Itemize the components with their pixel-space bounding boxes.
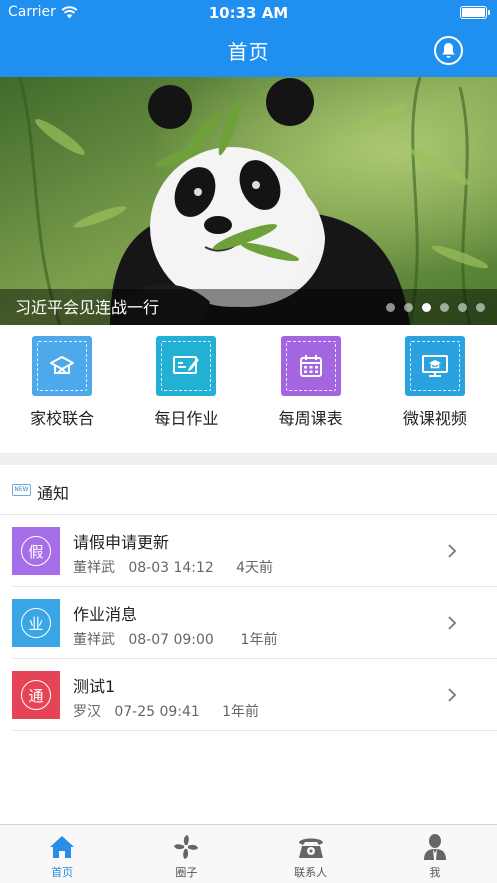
tab-label: 首页	[51, 866, 74, 879]
monitor-cap-icon	[404, 336, 465, 396]
banner-page-indicator[interactable]	[386, 303, 485, 312]
chevron-right-icon	[448, 616, 457, 630]
carousel-dot[interactable]	[440, 303, 449, 312]
phone-icon	[297, 833, 325, 861]
notice-item-meta: 罗汉 07-25 09:41 1年前	[73, 701, 259, 721]
quick-menu: 家校联合 每日作业 每周课表 微课视频	[0, 325, 497, 453]
top-bar: Carrier 10:33 AM 首页	[0, 0, 497, 77]
banner-caption: 习近平会见连战一行	[15, 298, 160, 317]
calendar-icon	[280, 336, 341, 396]
tab-contacts[interactable]: 联系人	[249, 825, 373, 883]
tab-circle[interactable]: 圈子	[124, 825, 248, 883]
menu-label: 每日作业	[154, 409, 219, 428]
battery-icon	[460, 6, 490, 19]
status-time: 10:33 AM	[208, 4, 289, 22]
person-icon	[421, 833, 449, 861]
tab-label: 我	[429, 866, 441, 879]
status-bar: Carrier 10:33 AM	[0, 0, 497, 26]
pinwheel-icon	[172, 833, 200, 861]
chevron-right-icon	[448, 544, 457, 558]
section-divider	[0, 453, 497, 465]
list-item[interactable]: 业 作业消息 董祥武 08-07 09:00 1年前	[12, 587, 497, 659]
notice-ago: 1年前	[222, 704, 260, 720]
graduation-cap-icon	[32, 336, 93, 396]
carousel-dot[interactable]	[422, 303, 431, 312]
notice-author: 罗汉	[73, 704, 101, 720]
avatar-char: 假	[21, 536, 51, 566]
menu-item-home-school[interactable]: 家校联合	[0, 325, 124, 453]
edit-board-icon	[156, 336, 217, 396]
banner-carousel[interactable]: 习近平会见连战一行	[0, 77, 497, 325]
new-badge-icon: NEW	[12, 484, 31, 496]
menu-label: 微课视频	[402, 409, 467, 428]
notice-title: 通知	[37, 484, 70, 503]
notice-ago: 1年前	[240, 632, 278, 648]
notice-item-title: 测试1	[73, 677, 116, 696]
list-item[interactable]: 通 测试1 罗汉 07-25 09:41 1年前	[12, 659, 497, 731]
tab-label: 联系人	[294, 866, 328, 879]
carousel-dot[interactable]	[386, 303, 395, 312]
notice-author: 董祥武	[73, 632, 115, 648]
notice-datetime: 08-03 14:12	[128, 560, 214, 576]
notice-item-meta: 董祥武 08-03 14:12 4天前	[73, 557, 273, 577]
notice-datetime: 08-07 09:00	[128, 632, 214, 648]
avatar-char: 通	[21, 680, 51, 710]
tab-home[interactable]: 首页	[0, 825, 124, 883]
menu-item-micro-video[interactable]: 微课视频	[373, 325, 497, 453]
carousel-dot[interactable]	[476, 303, 485, 312]
notice-avatar: 业	[12, 599, 60, 647]
carousel-dot[interactable]	[458, 303, 467, 312]
home-icon	[48, 833, 76, 861]
notice-avatar: 假	[12, 527, 60, 575]
panda-image	[0, 77, 497, 325]
menu-item-daily-homework[interactable]: 每日作业	[124, 325, 248, 453]
notice-ago: 4天前	[236, 560, 274, 576]
notice-list: 假 请假申请更新 董祥武 08-03 14:12 4天前 业 作业消息 董祥武 …	[0, 515, 497, 731]
page-title: 首页	[227, 40, 270, 64]
notice-avatar: 通	[12, 671, 60, 719]
notice-author: 董祥武	[73, 560, 115, 576]
notice-item-title: 请假申请更新	[73, 533, 170, 552]
bell-icon[interactable]	[434, 36, 463, 65]
menu-label: 每周课表	[278, 409, 343, 428]
carousel-dot[interactable]	[404, 303, 413, 312]
tab-bar: 首页 圈子 联系人 我	[0, 824, 497, 883]
tab-label: 圈子	[175, 866, 198, 879]
tab-me[interactable]: 我	[373, 825, 497, 883]
menu-label: 家校联合	[30, 409, 95, 428]
notice-header: NEW 通知	[0, 465, 497, 515]
menu-item-weekly-schedule[interactable]: 每周课表	[249, 325, 373, 453]
chevron-right-icon	[448, 688, 457, 702]
notice-datetime: 07-25 09:41	[114, 704, 200, 720]
notice-item-title: 作业消息	[73, 605, 138, 624]
notice-item-meta: 董祥武 08-07 09:00 1年前	[73, 629, 277, 649]
list-item[interactable]: 假 请假申请更新 董祥武 08-03 14:12 4天前	[12, 515, 497, 587]
avatar-char: 业	[21, 608, 51, 638]
